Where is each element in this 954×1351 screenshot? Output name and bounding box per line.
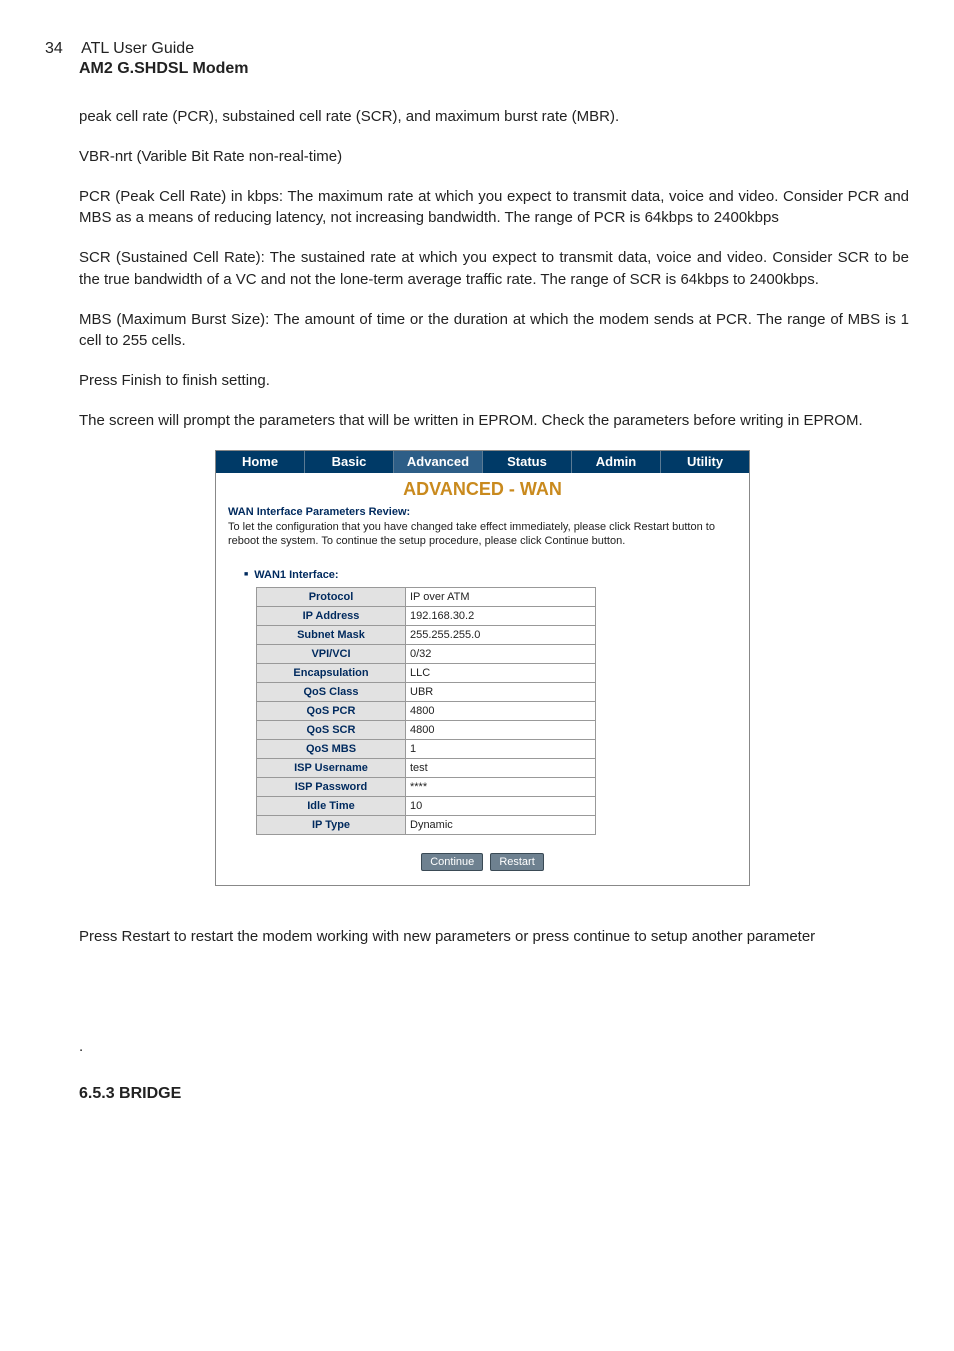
param-label-ip-address: IP Address (257, 607, 406, 626)
tab-advanced[interactable]: Advanced (394, 451, 483, 473)
tab-basic[interactable]: Basic (305, 451, 394, 473)
param-value-vpi-vci: 0/32 (406, 645, 596, 664)
table-row: Idle Time 10 (257, 797, 596, 816)
table-row: IP Type Dynamic (257, 816, 596, 835)
continue-button[interactable]: Continue (421, 853, 483, 871)
page-header: 34 ATL User Guide AM2 G.SHDSL Modem (45, 40, 909, 78)
nav-tabs: Home Basic Advanced Status Admin Utility (216, 451, 749, 473)
paragraph: Press Restart to restart the modem worki… (79, 926, 909, 948)
paragraph: Press Finish to finish setting. (79, 370, 909, 392)
review-heading: WAN Interface Parameters Review: (228, 506, 737, 518)
page-number: 34 (45, 40, 77, 58)
parameters-table: Protocol IP over ATM IP Address 192.168.… (256, 587, 596, 835)
param-label-isp-password: ISP Password (257, 778, 406, 797)
interface-label: WAN1 Interface: (244, 569, 749, 581)
param-value-encapsulation: LLC (406, 664, 596, 683)
param-value-subnet-mask: 255.255.255.0 (406, 626, 596, 645)
tab-utility[interactable]: Utility (661, 451, 749, 473)
param-value-qos-class: UBR (406, 683, 596, 702)
button-row: Continue Restart (216, 835, 749, 885)
param-value-idle-time: 10 (406, 797, 596, 816)
table-row: Subnet Mask 255.255.255.0 (257, 626, 596, 645)
param-value-ip-address: 192.168.30.2 (406, 607, 596, 626)
guide-title: ATL User Guide (81, 40, 194, 57)
paragraph: peak cell rate (PCR), substained cell ra… (79, 106, 909, 128)
param-label-qos-scr: QoS SCR (257, 721, 406, 740)
tab-status[interactable]: Status (483, 451, 572, 473)
paragraph: SCR (Sustained Cell Rate): The sustained… (79, 247, 909, 291)
paragraph: The screen will prompt the parameters th… (79, 410, 909, 432)
param-value-qos-scr: 4800 (406, 721, 596, 740)
screen-title: ADVANCED - WAN (216, 473, 749, 502)
param-label-protocol: Protocol (257, 588, 406, 607)
param-label-qos-mbs: QoS MBS (257, 740, 406, 759)
table-row: ISP Password **** (257, 778, 596, 797)
param-label-subnet-mask: Subnet Mask (257, 626, 406, 645)
param-value-protocol: IP over ATM (406, 588, 596, 607)
param-value-qos-mbs: 1 (406, 740, 596, 759)
paragraph: MBS (Maximum Burst Size): The amount of … (79, 309, 909, 353)
param-value-isp-password: **** (406, 778, 596, 797)
table-row: QoS PCR 4800 (257, 702, 596, 721)
table-row: VPI/VCI 0/32 (257, 645, 596, 664)
param-label-isp-username: ISP Username (257, 759, 406, 778)
tab-home[interactable]: Home (216, 451, 305, 473)
param-value-qos-pcr: 4800 (406, 702, 596, 721)
param-label-encapsulation: Encapsulation (257, 664, 406, 683)
paragraph: PCR (Peak Cell Rate) in kbps: The maximu… (79, 186, 909, 230)
table-row: QoS Class UBR (257, 683, 596, 702)
param-value-isp-username: test (406, 759, 596, 778)
tab-admin[interactable]: Admin (572, 451, 661, 473)
modem-ui-screenshot: Home Basic Advanced Status Admin Utility… (215, 450, 750, 887)
table-row: QoS SCR 4800 (257, 721, 596, 740)
review-description: To let the configuration that you have c… (228, 520, 737, 550)
table-row: Encapsulation LLC (257, 664, 596, 683)
product-title: AM2 G.SHDSL Modem (79, 60, 909, 78)
param-label-vpi-vci: VPI/VCI (257, 645, 406, 664)
table-row: QoS MBS 1 (257, 740, 596, 759)
restart-button[interactable]: Restart (490, 853, 543, 871)
period-mark: . (79, 1038, 909, 1055)
table-row: ISP Username test (257, 759, 596, 778)
param-label-qos-class: QoS Class (257, 683, 406, 702)
param-label-qos-pcr: QoS PCR (257, 702, 406, 721)
section-heading-bridge: 6.5.3 BRIDGE (79, 1085, 909, 1103)
paragraph: VBR-nrt (Varible Bit Rate non-real-time) (79, 146, 909, 168)
table-row: Protocol IP over ATM (257, 588, 596, 607)
table-row: IP Address 192.168.30.2 (257, 607, 596, 626)
param-label-ip-type: IP Type (257, 816, 406, 835)
param-value-ip-type: Dynamic (406, 816, 596, 835)
review-block: WAN Interface Parameters Review: To let … (216, 502, 749, 556)
param-label-idle-time: Idle Time (257, 797, 406, 816)
